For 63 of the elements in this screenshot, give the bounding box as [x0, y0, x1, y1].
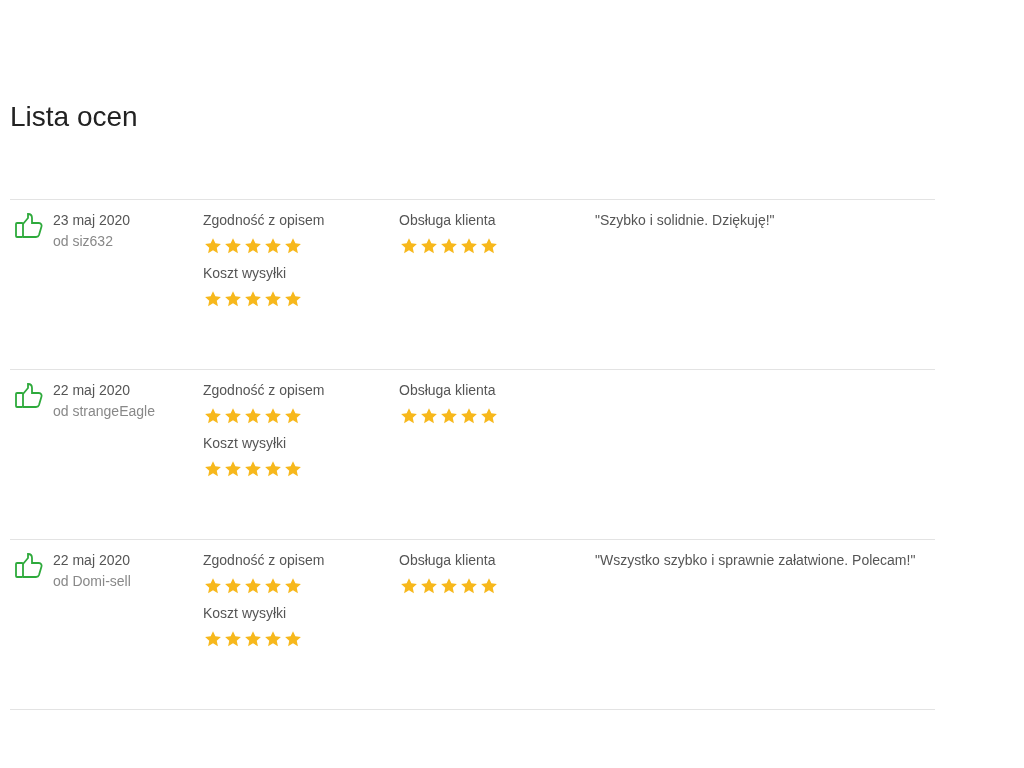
- star-icon: [224, 460, 242, 478]
- star-icon: [284, 237, 302, 255]
- star-icon: [224, 577, 242, 595]
- star-icon: [244, 290, 262, 308]
- star-icon: [224, 290, 242, 308]
- star-icon: [264, 460, 282, 478]
- star-icon: [244, 407, 262, 425]
- star-icon: [204, 577, 222, 595]
- star-icon: [244, 460, 262, 478]
- star-icon: [224, 407, 242, 425]
- rating-label: Koszt wysyłki: [203, 604, 287, 623]
- star-icon: [244, 630, 262, 648]
- rating-label: Zgodność z opisem: [203, 381, 325, 400]
- star-icon: [400, 577, 418, 595]
- star-icon: [420, 237, 438, 255]
- star-icon: [204, 407, 222, 425]
- rating-label: Zgodność z opisem: [203, 211, 325, 230]
- review-date: 22 maj 2020: [53, 551, 131, 570]
- star-icon: [400, 237, 418, 255]
- star-icon: [480, 577, 498, 595]
- star-icon: [244, 237, 262, 255]
- star-icon: [284, 460, 302, 478]
- star-icon: [480, 407, 498, 425]
- rating-label: Koszt wysyłki: [203, 264, 287, 283]
- star-icon: [264, 237, 282, 255]
- star-icon: [440, 237, 458, 255]
- star-icon: [440, 407, 458, 425]
- review-comment: "Wszystko szybko i sprawnie załatwione. Polecam!": [595, 551, 916, 570]
- rating-label: Obsługa klienta: [399, 381, 496, 400]
- star-icon: [480, 237, 498, 255]
- star-icon: [420, 577, 438, 595]
- star-icon: [264, 577, 282, 595]
- review-date: 22 maj 2020: [53, 381, 131, 400]
- star-icon: [284, 290, 302, 308]
- star-icon: [420, 407, 438, 425]
- reviewer-name: od Domi-sell: [53, 572, 131, 591]
- rating-label: Zgodność z opisem: [203, 551, 325, 570]
- review-date: 23 maj 2020: [53, 211, 131, 230]
- star-icon: [264, 630, 282, 648]
- star-icon: [204, 290, 222, 308]
- review-comment: "Szybko i solidnie. Dziękuję!": [595, 211, 775, 230]
- reviewer-name: od strangeEagle: [53, 402, 155, 421]
- star-icon: [400, 407, 418, 425]
- star-icon: [204, 460, 222, 478]
- star-icon: [460, 407, 478, 425]
- star-icon: [204, 237, 222, 255]
- star-icon: [284, 630, 302, 648]
- reviewer-name: od siz632: [53, 232, 113, 251]
- star-icon: [460, 237, 478, 255]
- rating-label: Koszt wysyłki: [203, 434, 287, 453]
- star-icon: [244, 577, 262, 595]
- star-icon: [224, 630, 242, 648]
- star-icon: [284, 577, 302, 595]
- star-icon: [460, 577, 478, 595]
- star-icon: [440, 577, 458, 595]
- rating-label: Obsługa klienta: [399, 551, 496, 570]
- star-icon: [284, 407, 302, 425]
- star-icon: [264, 407, 282, 425]
- rating-label: Obsługa klienta: [399, 211, 496, 230]
- star-icon: [224, 237, 242, 255]
- page-title: Lista ocen: [10, 100, 139, 134]
- star-icon: [204, 630, 222, 648]
- star-icon: [264, 290, 282, 308]
